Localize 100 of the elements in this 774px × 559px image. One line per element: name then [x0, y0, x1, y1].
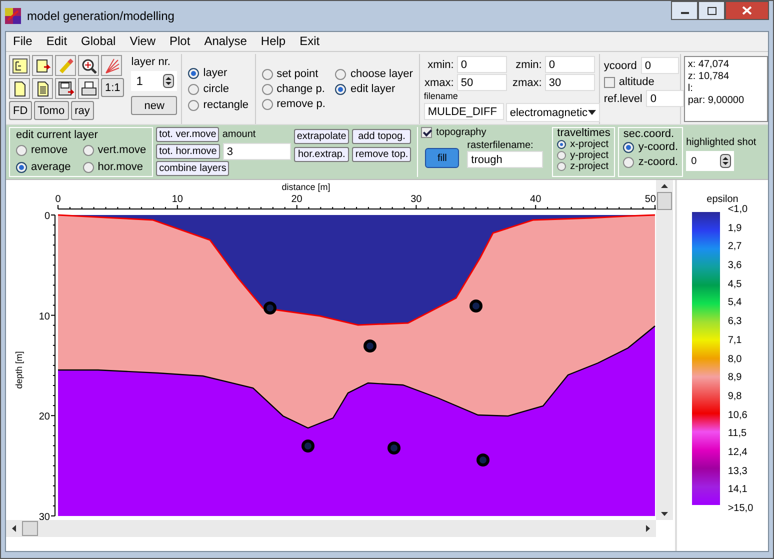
zmin-field[interactable]: 0 [544, 56, 595, 73]
ycoord-field[interactable]: 0 [640, 57, 679, 74]
sec-coord-radio[interactable]: z-coord. [623, 155, 678, 170]
printer-icon [80, 80, 96, 96]
close-icon [742, 6, 752, 15]
new-layer-button[interactable]: new [131, 96, 178, 115]
menu-item[interactable]: Global [81, 34, 116, 49]
sec-coord-radio[interactable]: y-coord. [623, 140, 678, 155]
x-tick-label: 40 [530, 194, 542, 205]
topography-button[interactable]: remove top. [352, 147, 412, 162]
horizontal-move-button[interactable]: tot. hor.move [156, 144, 220, 159]
spin-arrows-icon [163, 74, 174, 88]
zmax-field[interactable]: 30 [544, 74, 595, 91]
filename-label: filename [424, 92, 459, 101]
projection-radio[interactable]: y-project [557, 150, 610, 161]
zoom-button[interactable] [78, 55, 99, 76]
legend-label: 13,3 [728, 466, 748, 477]
scale-button[interactable]: 1:1 [101, 78, 124, 97]
x-axis-label: distance [m] [282, 182, 330, 192]
projection-radio[interactable]: z-project [557, 161, 610, 172]
minimize-button[interactable] [671, 1, 698, 20]
xmin-label: xmin: [426, 58, 454, 70]
legend-label: <1,0 [728, 204, 749, 215]
document-icon [12, 80, 28, 96]
new-file-button[interactable] [9, 78, 30, 99]
menu-item[interactable]: Edit [46, 34, 68, 49]
menu-item[interactable]: File [13, 34, 32, 49]
legend-label: 6,3 [728, 316, 743, 328]
projection-radio[interactable]: x-project [557, 139, 610, 150]
legend-label: 9,8 [728, 390, 743, 402]
topography-button[interactable]: hor.extrap. [294, 147, 350, 162]
scroll-thumb[interactable] [22, 521, 38, 536]
menu-item[interactable]: Analyse [204, 34, 247, 49]
shape-radio[interactable]: layer [188, 66, 249, 80]
mode-button[interactable]: ray [70, 101, 94, 120]
shape-radio[interactable]: rectangle [188, 98, 249, 112]
print-button[interactable] [78, 78, 99, 99]
menu-item[interactable]: View [130, 34, 156, 49]
layer-action-radio[interactable]: average [16, 160, 71, 175]
highlighted-shot-spinner[interactable]: 0 [686, 151, 734, 171]
shape-radio[interactable]: circle [188, 82, 249, 96]
scroll-right-icon [646, 525, 650, 532]
legend-label: 12,4 [728, 446, 748, 458]
xmin-field[interactable]: 0 [456, 56, 507, 73]
legend-label: 1,9 [728, 222, 743, 234]
topography-button[interactable]: add topog. [352, 129, 412, 144]
tool-button[interactable] [9, 55, 30, 76]
xmax-field[interactable]: 50 [456, 74, 507, 91]
ref-level-label: ref.level [604, 92, 642, 104]
scroll-thumb[interactable] [657, 192, 672, 210]
zmin-label: zmin: [514, 58, 542, 70]
layer-action-radio[interactable]: remove [16, 143, 71, 158]
menu-item[interactable]: Exit [300, 34, 320, 49]
save-button[interactable] [55, 78, 76, 99]
method-dropdown[interactable]: electromagnetic [506, 103, 600, 122]
amount-field[interactable]: 3 [222, 143, 291, 160]
tool-button[interactable] [32, 78, 53, 99]
group-title: traveltimes [557, 128, 610, 139]
scroll-up-icon [661, 184, 668, 188]
edit-mode-radio[interactable]: choose layer [335, 66, 413, 82]
dropdown-arrow-icon [588, 110, 596, 115]
window-title: model generation/modelling [27, 9, 174, 23]
combine-layers-button[interactable]: combine layers [156, 161, 230, 176]
layer-nr-spinner[interactable]: 1 [131, 71, 178, 91]
layer-action-radio[interactable]: hor.move [82, 160, 146, 175]
topography-checkbox[interactable]: topography [421, 127, 550, 138]
rays-icon [104, 58, 120, 74]
menu-item[interactable]: Plot [170, 34, 190, 49]
edit-mode-radio[interactable]: remove p. [262, 96, 326, 112]
group-title: edit current layer [16, 129, 99, 141]
filename-field[interactable]: MULDE_DIFF [424, 103, 504, 120]
horizontal-scrollbar[interactable] [6, 520, 656, 537]
x-tick-label: 10 [172, 194, 183, 205]
menu-item[interactable]: Help [260, 34, 286, 49]
altitude-checkbox[interactable]: altitude [604, 76, 676, 88]
text-document-icon [34, 80, 50, 96]
y-tick-label: 0 [44, 211, 50, 222]
cursor-info-text: l: [688, 83, 694, 95]
highlighted-shot-label: highlighted shot [686, 137, 756, 148]
edit-mode-radio[interactable]: edit layer [335, 82, 413, 96]
vertical-scrollbar[interactable] [656, 180, 673, 520]
edit-mode-radio[interactable]: change p. [262, 82, 326, 96]
vertical-move-button[interactable]: tot. ver.move [156, 127, 220, 142]
layer-action-radio[interactable]: vert.move [82, 143, 146, 158]
mode-button[interactable]: FD [9, 101, 32, 120]
raster-filename-field[interactable]: trough [467, 151, 544, 168]
maximize-button[interactable] [698, 1, 725, 20]
ycoord-label: ycoord [604, 60, 637, 72]
fill-button[interactable]: fill [425, 148, 460, 168]
raster-filename-label: rasterfilename: [467, 140, 534, 151]
scroll-left-icon [12, 525, 16, 532]
tool-button[interactable] [32, 55, 53, 76]
edit-mode-radio[interactable]: set point [262, 66, 326, 82]
mode-button[interactable]: Tomo [34, 101, 69, 120]
topography-button[interactable]: extrapolate [294, 129, 350, 144]
close-button[interactable] [725, 1, 769, 20]
layer-nr-label: layer nr. [131, 56, 172, 68]
legend-title: epsilon [706, 194, 738, 205]
ref-level-field[interactable]: 0 [646, 90, 684, 107]
legend-label: 2,7 [728, 241, 743, 252]
